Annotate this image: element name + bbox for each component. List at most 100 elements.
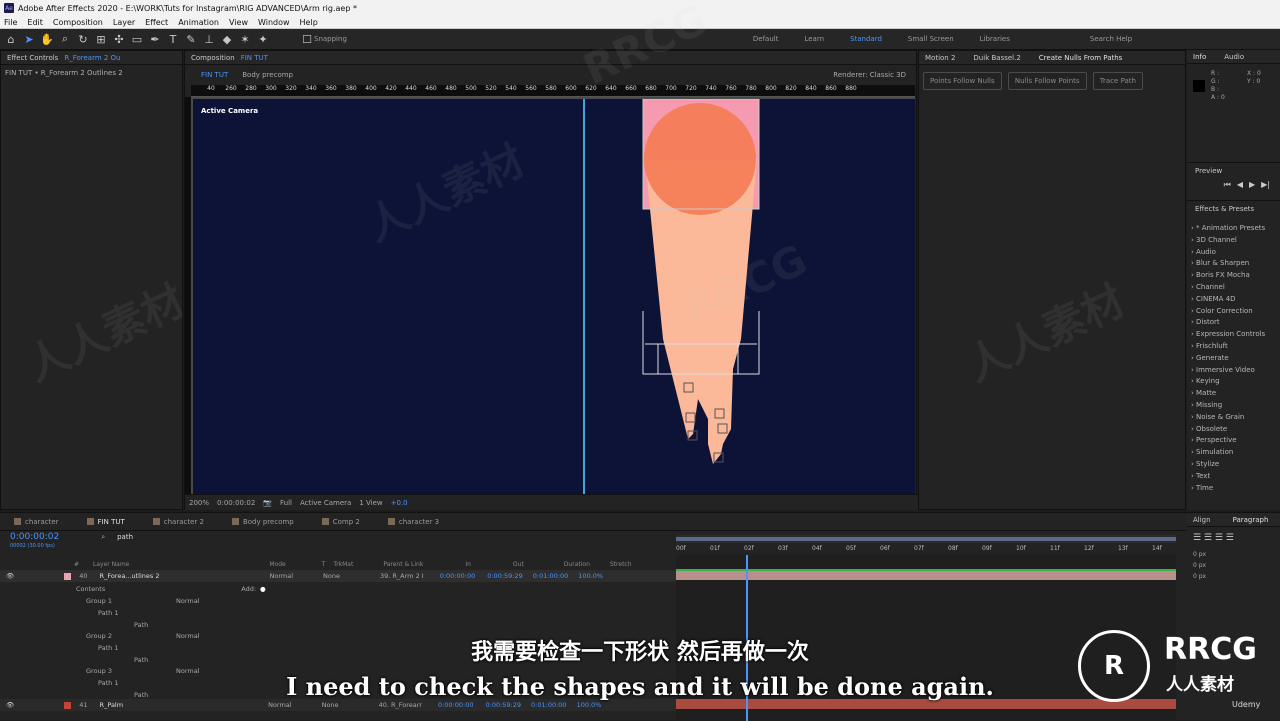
subtab-fin-tut[interactable]: FIN TUT — [201, 71, 228, 79]
clone-tool-icon[interactable]: ⊥ — [202, 33, 216, 46]
first-frame-icon[interactable]: ⏮ — [1224, 180, 1231, 190]
pen-tool-icon[interactable]: ✒ — [148, 33, 162, 46]
rotate-tool-icon[interactable]: ↻ — [76, 33, 90, 46]
work-area-bar[interactable] — [676, 535, 1176, 543]
label-color[interactable] — [64, 572, 72, 580]
effects-category[interactable]: › Matte — [1187, 389, 1280, 401]
selection-tool-icon[interactable]: ➤ — [22, 33, 36, 46]
playhead[interactable] — [746, 555, 748, 721]
add-icon[interactable]: ● — [260, 585, 266, 593]
timeline-tab[interactable]: character 2 — [152, 518, 204, 526]
layer-trkmat[interactable]: None — [323, 572, 340, 580]
layer-row-41[interactable]: 👁 41 R_Palm Normal None 40. R_Forearr 0:… — [0, 699, 676, 711]
layer-name[interactable]: R_Palm — [100, 701, 124, 709]
composition-canvas[interactable]: Active Camera — [191, 97, 915, 497]
effects-category[interactable]: › Audio — [1187, 248, 1280, 260]
time-ruler[interactable]: 00f 01f 02f 03f 04f 05f 06f 07f 08f 09f 10f 11f 12f 1… — [676, 543, 1176, 555]
menu-effect[interactable]: Effect — [145, 18, 168, 27]
eye-icon[interactable]: 👁 — [6, 701, 14, 709]
puppet-tool-icon[interactable]: ✦ — [256, 33, 270, 46]
resolution-dropdown[interactable]: Full — [280, 499, 292, 507]
contents-row[interactable]: Contents Add: ● — [0, 583, 676, 595]
roto-brush-icon[interactable]: ✶ — [238, 33, 252, 46]
subtab-body-precomp[interactable]: Body precomp — [242, 71, 293, 79]
effects-category[interactable]: › Noise & Grain — [1187, 413, 1280, 425]
menu-view[interactable]: View — [229, 18, 248, 27]
tab-audio[interactable]: Audio — [1224, 53, 1244, 61]
menu-animation[interactable]: Animation — [178, 18, 219, 27]
effects-category[interactable]: › Obsolete — [1187, 425, 1280, 437]
menu-window[interactable]: Window — [258, 18, 290, 27]
effects-category[interactable]: › Channel — [1187, 283, 1280, 295]
eye-icon[interactable]: 👁 — [6, 572, 14, 580]
layer-40-bar[interactable] — [676, 570, 1176, 580]
effects-category[interactable]: › Stylize — [1187, 460, 1280, 472]
timeline-tab[interactable]: character 3 — [387, 518, 439, 526]
camera-tool-icon[interactable]: ⊞ — [94, 33, 108, 46]
effects-category[interactable]: › Boris FX Mocha — [1187, 271, 1280, 283]
eraser-tool-icon[interactable]: ◆ — [220, 33, 234, 46]
effects-category[interactable]: › Missing — [1187, 401, 1280, 413]
nulls-follow-points-button[interactable]: Nulls Follow Points — [1007, 72, 1087, 90]
home-icon[interactable]: ⌂ — [4, 33, 18, 46]
timeline-tab[interactable]: FIN TUT — [86, 518, 125, 526]
rectangle-tool-icon[interactable]: ▭ — [130, 33, 144, 46]
timeline-search-input[interactable]: path — [117, 533, 133, 541]
menu-help[interactable]: Help — [300, 18, 318, 27]
composition-tab[interactable]: Composition — [191, 54, 235, 62]
type-tool-icon[interactable]: T — [166, 33, 180, 46]
prev-frame-icon[interactable]: ◀ — [1237, 180, 1243, 190]
effects-category[interactable]: › CINEMA 4D — [1187, 295, 1280, 307]
layer-name[interactable]: R_Forea...utlines 2 — [100, 572, 160, 580]
tab-create-nulls[interactable]: Create Nulls From Paths — [1039, 54, 1123, 62]
menu-layer[interactable]: Layer — [113, 18, 135, 27]
path-row[interactable]: Path 1 — [0, 642, 676, 654]
effects-category[interactable]: › Time — [1187, 484, 1280, 496]
effects-category[interactable]: › 3D Channel — [1187, 236, 1280, 248]
menu-composition[interactable]: Composition — [53, 18, 103, 27]
timeline-timecode[interactable]: 0:00:00:02 — [10, 532, 59, 542]
workspace-libraries[interactable]: Libraries — [980, 35, 1010, 43]
tab-paragraph[interactable]: Paragraph — [1233, 516, 1269, 524]
timecode-display[interactable]: 0:00:00:02 — [217, 499, 255, 507]
snapping-checkbox-icon[interactable]: ☐ — [300, 33, 314, 46]
exposure-value[interactable]: +0.0 — [391, 499, 408, 507]
effects-category[interactable]: › Distort — [1187, 318, 1280, 330]
label-color[interactable] — [64, 701, 72, 709]
points-follow-nulls-button[interactable]: Points Follow Nulls — [923, 72, 1002, 90]
next-frame-icon[interactable]: ▶| — [1261, 180, 1270, 190]
effects-category[interactable]: › Generate — [1187, 354, 1280, 366]
zoom-tool-icon[interactable]: ⌕ — [58, 32, 72, 46]
snapshot-icon[interactable]: 📷 — [263, 499, 272, 507]
menu-edit[interactable]: Edit — [27, 18, 43, 27]
effects-category[interactable]: › Text — [1187, 472, 1280, 484]
tab-motion-2[interactable]: Motion 2 — [925, 54, 955, 62]
timeline-tab[interactable]: character — [14, 518, 59, 526]
camera-dropdown[interactable]: Active Camera — [300, 499, 351, 507]
layer-41-bar[interactable] — [676, 699, 1176, 709]
menu-file[interactable]: File — [4, 18, 17, 27]
view-layout-dropdown[interactable]: 1 View — [359, 499, 382, 507]
group-blend-mode[interactable]: Normal — [176, 632, 200, 640]
renderer-value[interactable]: Classic 3D — [870, 71, 906, 79]
effect-controls-tab[interactable]: Effect Controls — [7, 54, 58, 62]
tab-align[interactable]: Align — [1193, 516, 1211, 524]
path-row[interactable]: Path 1 — [0, 677, 676, 689]
search-help-input[interactable]: Search Help — [1090, 35, 1132, 43]
layer-row-40[interactable]: 👁 40 R_Forea...utlines 2 Normal None 39.… — [0, 570, 676, 582]
play-icon[interactable]: ▶ — [1249, 180, 1255, 190]
workspace-default[interactable]: Default — [753, 35, 779, 43]
effects-category[interactable]: › Perspective — [1187, 436, 1280, 448]
workspace-learn[interactable]: Learn — [804, 35, 824, 43]
trace-path-button[interactable]: Trace Path — [1092, 72, 1143, 90]
tab-duik[interactable]: Duik Bassel.2 — [973, 54, 1020, 62]
group-row[interactable]: Group 1 Normal — [0, 595, 676, 607]
group-row[interactable]: Group 2 Normal — [0, 630, 676, 642]
layer-mode[interactable]: Normal — [270, 572, 294, 580]
layer-parent[interactable]: 39. R_Arm 2 I — [380, 572, 424, 580]
effects-category[interactable]: › Immersive Video — [1187, 366, 1280, 378]
effects-category[interactable]: › Blur & Sharpen — [1187, 259, 1280, 271]
effects-category[interactable]: › Expression Controls — [1187, 330, 1280, 342]
group-blend-mode[interactable]: Normal — [176, 667, 200, 675]
effects-category[interactable]: › Keying — [1187, 377, 1280, 389]
